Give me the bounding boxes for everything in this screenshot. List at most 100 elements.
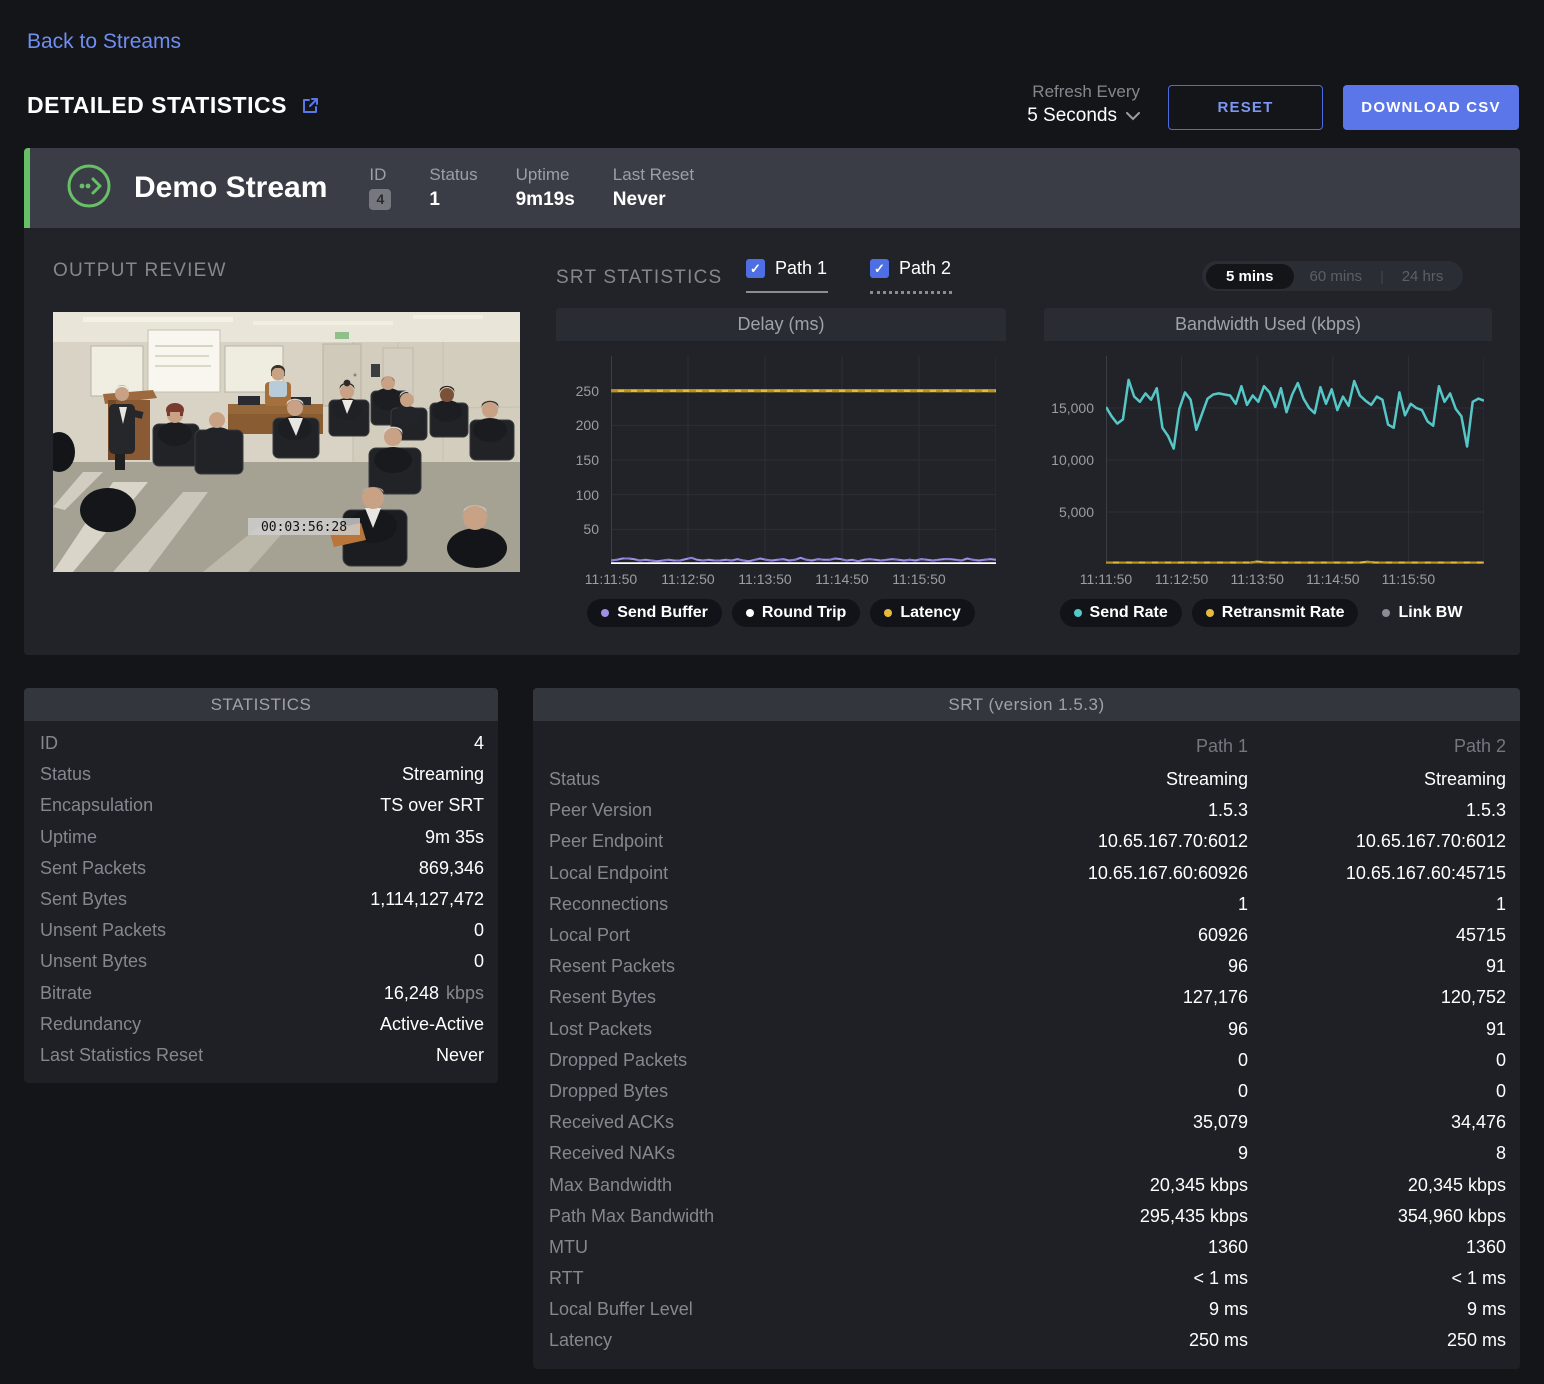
reset-button[interactable]: RESET [1168, 85, 1323, 130]
table-row: Resent Packets9691 [533, 951, 1520, 982]
table-row: Latency250 ms250 ms [533, 1325, 1520, 1356]
table-row: Received NAKs98 [533, 1138, 1520, 1169]
table-row: Sent Packets869,346 [24, 853, 498, 884]
statistics-card-title: STATISTICS [24, 688, 498, 721]
legend-dot-icon [1382, 609, 1390, 617]
table-row: Lost Packets9691 [533, 1014, 1520, 1045]
srt-col-path2: Path 2 [1248, 736, 1506, 757]
legend-dot-icon [1074, 609, 1082, 617]
x-tick-label: 11:12:50 [1155, 571, 1208, 587]
table-row: Local Buffer Level9 ms9 ms [533, 1294, 1520, 1325]
y-tick-label: 10,000 [1044, 452, 1094, 468]
table-row: StatusStreamingStreaming [533, 764, 1520, 795]
bandwidth-chart-plot: 5,00010,00015,000 [1044, 341, 1492, 569]
tab-60-mins[interactable]: 60 mins [1294, 264, 1379, 289]
external-link-icon[interactable] [301, 96, 320, 115]
path-toggle-1: ✓ Path 1 [746, 258, 828, 294]
legend-retransmit-rate[interactable]: Retransmit Rate [1192, 599, 1359, 627]
path-checkbox-1[interactable]: ✓ Path 1 [746, 258, 828, 279]
legend-dot-icon [746, 609, 754, 617]
statistics-card: STATISTICS ID4StatusStreamingEncapsulati… [24, 688, 498, 1083]
legend-send-rate[interactable]: Send Rate [1060, 599, 1182, 627]
table-row: RTT< 1 ms< 1 ms [533, 1263, 1520, 1294]
table-row: Received ACKs35,07934,476 [533, 1107, 1520, 1138]
x-tick-label: 11:11:50 [585, 571, 637, 587]
path-line-style-indicator [870, 291, 952, 294]
x-tick-label: 11:15:50 [1382, 571, 1435, 587]
stream-field: Status1 [429, 165, 477, 211]
legend-round-trip[interactable]: Round Trip [732, 599, 860, 627]
x-tick-label: 11:13:50 [738, 571, 791, 587]
page-title: DETAILED STATISTICS [27, 92, 287, 119]
delay-chart-legend: Send Buffer Round Trip Latency [556, 599, 1006, 627]
x-tick-label: 11:14:50 [1306, 571, 1359, 587]
back-to-streams-link[interactable]: Back to Streams [27, 30, 181, 54]
time-range-tabs: 5 mins60 mins|24 hrs [1202, 261, 1463, 291]
output-review-title: OUTPUT REVIEW [53, 260, 227, 282]
delay-chart-x-axis: 11:11:5011:12:5011:13:5011:14:5011:15:50 [556, 569, 1006, 589]
video-timecode: 00:03:56:28 [261, 520, 347, 535]
stream-panel: Demo Stream ID4 Status1 Uptime9m19s Last Re… [24, 148, 1520, 655]
srt-column-headers: Path 1 Path 2 [533, 728, 1520, 764]
path-line-style-indicator [746, 291, 828, 293]
refresh-interval-select[interactable]: 5 Seconds [1027, 105, 1140, 127]
srt-rows: StatusStreamingStreamingPeer Version1.5.… [533, 764, 1520, 1357]
table-row: Peer Endpoint10.65.167.70:601210.65.167.… [533, 826, 1520, 857]
table-row: Unsent Packets0 [24, 915, 498, 946]
download-csv-button[interactable]: DOWNLOAD CSV [1343, 85, 1519, 130]
table-row: EncapsulationTS over SRT [24, 790, 498, 821]
stream-icon [66, 163, 112, 214]
chevron-down-icon [1126, 105, 1140, 127]
bandwidth-chart: Bandwidth Used (kbps) 5,00010,00015,000 … [1044, 308, 1492, 627]
table-row: RedundancyActive-Active [24, 1009, 498, 1040]
detailed-statistics-page: Back to Streams DETAILED STATISTICS Refr… [0, 0, 1544, 1384]
y-tick-label: 50 [556, 521, 599, 537]
table-row: Path Max Bandwidth295,435 kbps354,960 kb… [533, 1201, 1520, 1232]
x-tick-label: 11:15:50 [892, 571, 945, 587]
checkbox-checked-icon: ✓ [870, 259, 889, 278]
output-preview-scene: 00:03:56:28 [53, 312, 520, 572]
table-row: Max Bandwidth20,345 kbps20,345 kbps [533, 1169, 1520, 1200]
table-row: StatusStreaming [24, 759, 498, 790]
checkbox-checked-icon: ✓ [746, 259, 765, 278]
delay-chart-plot: 50100150200250 [556, 341, 1006, 569]
stream-fields: ID4 Status1 Uptime9m19s Last ResetNever [369, 165, 694, 211]
path-toggles: ✓ Path 1 ✓ Path 2 [746, 258, 952, 294]
stream-field: Uptime9m19s [516, 165, 575, 211]
path-checkbox-2[interactable]: ✓ Path 2 [870, 258, 952, 279]
x-tick-label: 11:11:50 [1080, 571, 1132, 587]
x-tick-label: 11:13:50 [1230, 571, 1283, 587]
y-tick-label: 150 [556, 452, 599, 468]
y-tick-label: 100 [556, 487, 599, 503]
table-row: Peer Version1.5.31.5.3 [533, 795, 1520, 826]
srt-card: SRT (version 1.5.3) Path 1 Path 2 Status… [533, 688, 1520, 1369]
tab-divider: | [1378, 268, 1386, 284]
legend-latency[interactable]: Latency [870, 599, 974, 627]
table-row: ID4 [24, 728, 498, 759]
stream-name: Demo Stream [134, 171, 327, 205]
legend-link-bw[interactable]: Link BW [1368, 599, 1476, 627]
table-row: Dropped Packets00 [533, 1045, 1520, 1076]
stream-field: ID4 [369, 165, 391, 211]
table-row: MTU13601360 [533, 1232, 1520, 1263]
table-row: Uptime9m 35s [24, 822, 498, 853]
path-label: Path 2 [899, 258, 951, 279]
legend-send-buffer[interactable]: Send Buffer [587, 599, 722, 627]
page-title-row: DETAILED STATISTICS [27, 92, 320, 119]
srt-statistics-title: SRT STATISTICS [556, 267, 722, 289]
refresh-every-label: Refresh Every [1027, 82, 1140, 102]
table-row: Last Statistics ResetNever [24, 1040, 498, 1071]
legend-dot-icon [1206, 609, 1214, 617]
delay-chart-title: Delay (ms) [556, 308, 1006, 341]
table-row: Bitrate16,248kbps [24, 978, 498, 1009]
tab-24-hrs[interactable]: 24 hrs [1386, 264, 1460, 289]
y-tick-label: 250 [556, 383, 599, 399]
stream-header: Demo Stream ID4 Status1 Uptime9m19s Last Re… [24, 148, 1520, 228]
table-row: Dropped Bytes00 [533, 1076, 1520, 1107]
bandwidth-chart-x-axis: 11:11:50 11:12:50 11:13:50 11:14:50 11:15:50 [1044, 569, 1492, 589]
stream-field: Last ResetNever [613, 165, 694, 211]
path-label: Path 1 [775, 258, 827, 279]
bandwidth-chart-legend: Send Rate Retransmit Rate Link BW [1044, 599, 1492, 627]
tab-5-mins[interactable]: 5 mins [1206, 264, 1294, 289]
table-row: Reconnections11 [533, 889, 1520, 920]
